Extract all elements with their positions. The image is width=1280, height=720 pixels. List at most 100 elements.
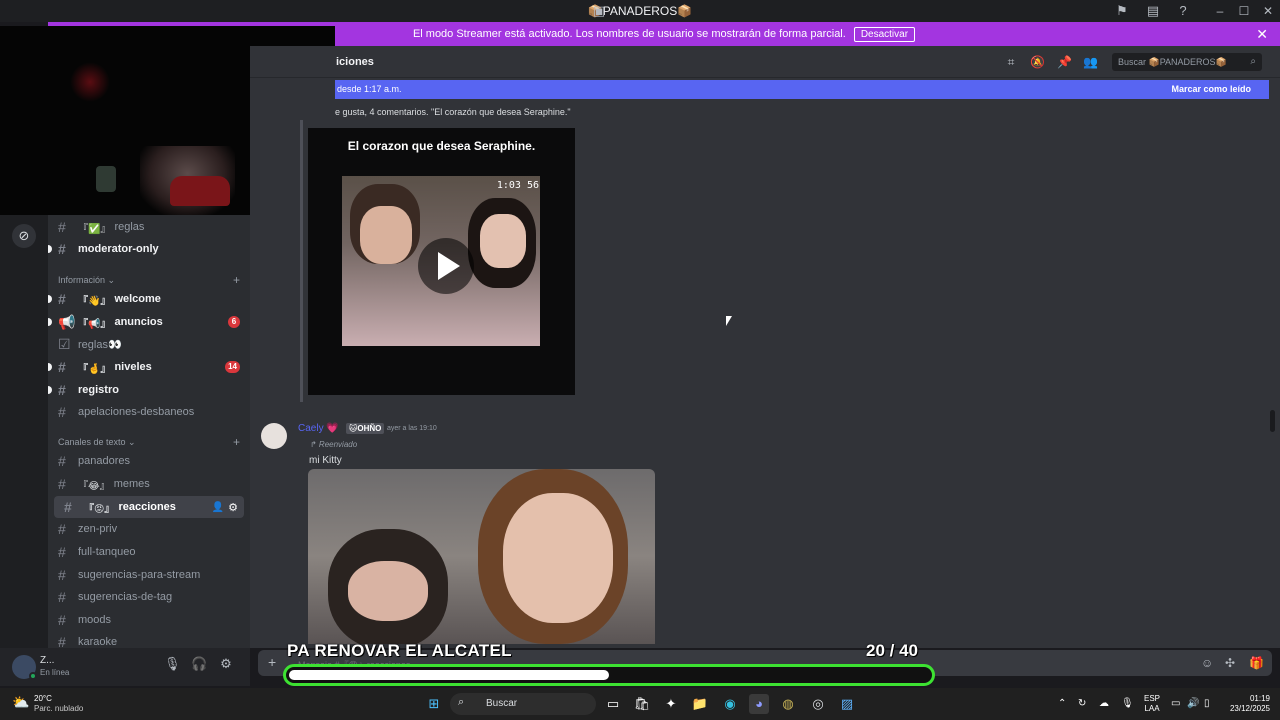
add-channel-icon[interactable]: + — [233, 435, 240, 449]
channel-moods[interactable]: # moods — [48, 609, 250, 631]
category-informacion[interactable]: Información ⌄ — [58, 275, 115, 286]
help-icon[interactable]: ? — [1175, 3, 1191, 19]
channel-niveles[interactable]: # 『🤞』 niveles 14 — [48, 356, 250, 378]
obs-icon[interactable]: ◎ — [808, 694, 828, 714]
file-explorer-icon[interactable]: 📁 — [690, 694, 710, 714]
hash-icon: # — [58, 612, 66, 628]
video-embed[interactable]: El corazon que desea Seraphine. 1:03 56 — [308, 128, 575, 395]
channel-label: reacciones — [118, 501, 176, 513]
threads-icon[interactable]: ⌗ — [1004, 55, 1018, 69]
sticker-icon[interactable]: ☺ — [1201, 656, 1213, 670]
flag-icon[interactable]: ⚑ — [1114, 3, 1130, 19]
channel-full-tanqueo[interactable]: # full-tanqueo — [48, 541, 250, 563]
title-bar: 📦PANADEROS📦 ▣ ⚑ ▤ ? – ☐ ✕ — [0, 0, 1280, 22]
store-icon[interactable]: 🛍 — [632, 694, 652, 714]
system-clock[interactable]: 01:19 23/12/2025 — [1222, 694, 1270, 714]
unread-pip — [48, 318, 52, 326]
user-panel: Z... En línea — [0, 648, 250, 686]
new-messages-since: desde 1:17 a.m. — [337, 84, 402, 94]
megaphone-icon: 📢 — [58, 313, 76, 330]
channel-sugerencias-stream[interactable]: # sugerencias-para-stream — [48, 564, 250, 586]
message-timestamp: ayer a las 19:10 — [387, 425, 437, 432]
channel-sugerencias-tag[interactable]: # sugerencias-de-tag — [48, 586, 250, 608]
channel-reacciones[interactable]: # 『😡』 reacciones 👤 ⚙ — [54, 496, 244, 518]
taskbar-search[interactable]: ⌕ Buscar — [450, 693, 596, 715]
language-indicator[interactable]: ESP LAA — [1144, 694, 1160, 714]
channel-panadores[interactable]: # panadores — [48, 450, 250, 472]
start-icon[interactable]: ⊞ — [424, 694, 444, 714]
image-person-face — [503, 493, 613, 623]
mention-badge: 6 — [228, 316, 240, 328]
cloud-icon[interactable]: ☁ — [1099, 698, 1109, 709]
gift-icon[interactable]: 🎁 — [1249, 656, 1264, 670]
sync-icon[interactable]: ↻ — [1078, 698, 1086, 709]
avatar[interactable] — [12, 655, 37, 680]
inbox-icon[interactable]: ▤ — [1145, 3, 1161, 19]
maximize-button[interactable]: ☐ — [1232, 2, 1256, 20]
user-info[interactable]: Z... En línea — [40, 655, 69, 679]
channel-registro[interactable]: # registro — [48, 379, 250, 401]
pin-icon[interactable]: 📌 — [1057, 55, 1072, 69]
channel-welcome[interactable]: # 『👋』 welcome — [48, 288, 250, 310]
search-icon: ⌕ — [1250, 56, 1256, 67]
copilot-icon[interactable]: ✦ — [661, 694, 681, 714]
webcam-object — [96, 166, 116, 192]
mention-badge: 14 — [225, 361, 240, 373]
message-image[interactable] — [308, 469, 655, 644]
message-author[interactable]: Caely 💗 — [298, 423, 339, 434]
channel-moderator-only[interactable]: # moderator-only — [48, 238, 250, 260]
channel-label: full-tanqueo — [78, 546, 136, 558]
headphones-icon[interactable]: 🎧 — [191, 656, 207, 672]
weather-widget[interactable]: ⛅ 20°C Parc. nublado — [12, 692, 122, 718]
channel-karaoke[interactable]: # karaoke — [48, 631, 250, 648]
add-channel-icon[interactable]: + — [233, 273, 240, 287]
hash-icon: # — [58, 404, 66, 420]
app-icon[interactable]: ◍ — [778, 694, 798, 714]
mark-as-read-button[interactable]: Marcar como leído — [1171, 84, 1251, 94]
chevron-up-icon[interactable]: ⌃ — [1058, 698, 1066, 709]
task-view-icon[interactable]: ▭ — [603, 694, 623, 714]
edge-icon[interactable]: ◉ — [720, 694, 740, 714]
chat-scrollbar[interactable] — [1270, 410, 1275, 432]
channel-apelaciones[interactable]: # apelaciones-desbaneos — [48, 401, 250, 423]
gear-icon[interactable]: ⚙ — [228, 501, 238, 514]
user-status: En línea — [40, 668, 70, 677]
microphone-icon[interactable]: 🎙 — [164, 656, 181, 672]
settings-gear-icon[interactable]: ⚙ — [218, 656, 234, 672]
language-code: ESP — [1144, 694, 1161, 703]
play-icon[interactable] — [418, 238, 474, 294]
avatar[interactable] — [261, 423, 287, 449]
close-window-button[interactable]: ✕ — [1256, 2, 1280, 20]
streamer-mask — [170, 176, 230, 206]
notifications-muted-icon[interactable]: 🔕 — [1030, 55, 1045, 69]
channel-label: memes — [113, 478, 150, 490]
unread-pip — [48, 295, 52, 303]
discord-icon[interactable]: ◕ — [749, 694, 769, 714]
channel-memes[interactable]: # 『😂』 memes — [48, 473, 250, 495]
channel-zen-priv[interactable]: # zen-priv — [48, 518, 250, 540]
minimize-button[interactable]: – — [1208, 2, 1232, 20]
network-icon[interactable]: ▭ — [1171, 698, 1180, 709]
channel-reglas[interactable]: # 『✅』 reglas — [48, 216, 250, 238]
close-icon[interactable]: ✕ — [1256, 26, 1268, 43]
attach-plus-icon[interactable]: + — [268, 654, 276, 670]
new-messages-bar[interactable]: desde 1:17 a.m. Marcar como leído — [335, 80, 1269, 99]
microphone-icon[interactable]: 🎙 — [1121, 698, 1134, 709]
goal-progress-fill — [289, 670, 609, 680]
volume-icon[interactable]: 🔊 — [1187, 698, 1199, 709]
apps-icon[interactable]: ✣ — [1225, 656, 1235, 670]
category-canales-texto[interactable]: Canales de texto ⌄ — [58, 437, 136, 448]
discover-icon[interactable]: ⊘ — [12, 224, 36, 248]
embed-summary: e gusta, 4 comentarios. "El corazón que … — [335, 107, 571, 117]
search-input[interactable]: Buscar 📦PANADEROS📦 ⌕ — [1112, 53, 1262, 71]
members-icon[interactable]: 👥 — [1083, 55, 1098, 69]
server-tag-badge[interactable]: 🐱OHÑO — [346, 423, 385, 434]
hash-icon: # — [58, 291, 66, 307]
app-icon[interactable]: ▨ — [837, 694, 857, 714]
deactivate-button[interactable]: Desactivar — [853, 26, 916, 42]
channel-reglas-eyes[interactable]: ☑ reglas👀 — [48, 333, 250, 355]
invite-icon[interactable]: 👤 — [212, 502, 224, 513]
battery-icon[interactable]: ▯ — [1204, 698, 1210, 709]
channel-anuncios[interactable]: 📢 『📢』 anuncios 6 — [48, 311, 250, 333]
channel-label: reglas👀 — [78, 338, 122, 351]
